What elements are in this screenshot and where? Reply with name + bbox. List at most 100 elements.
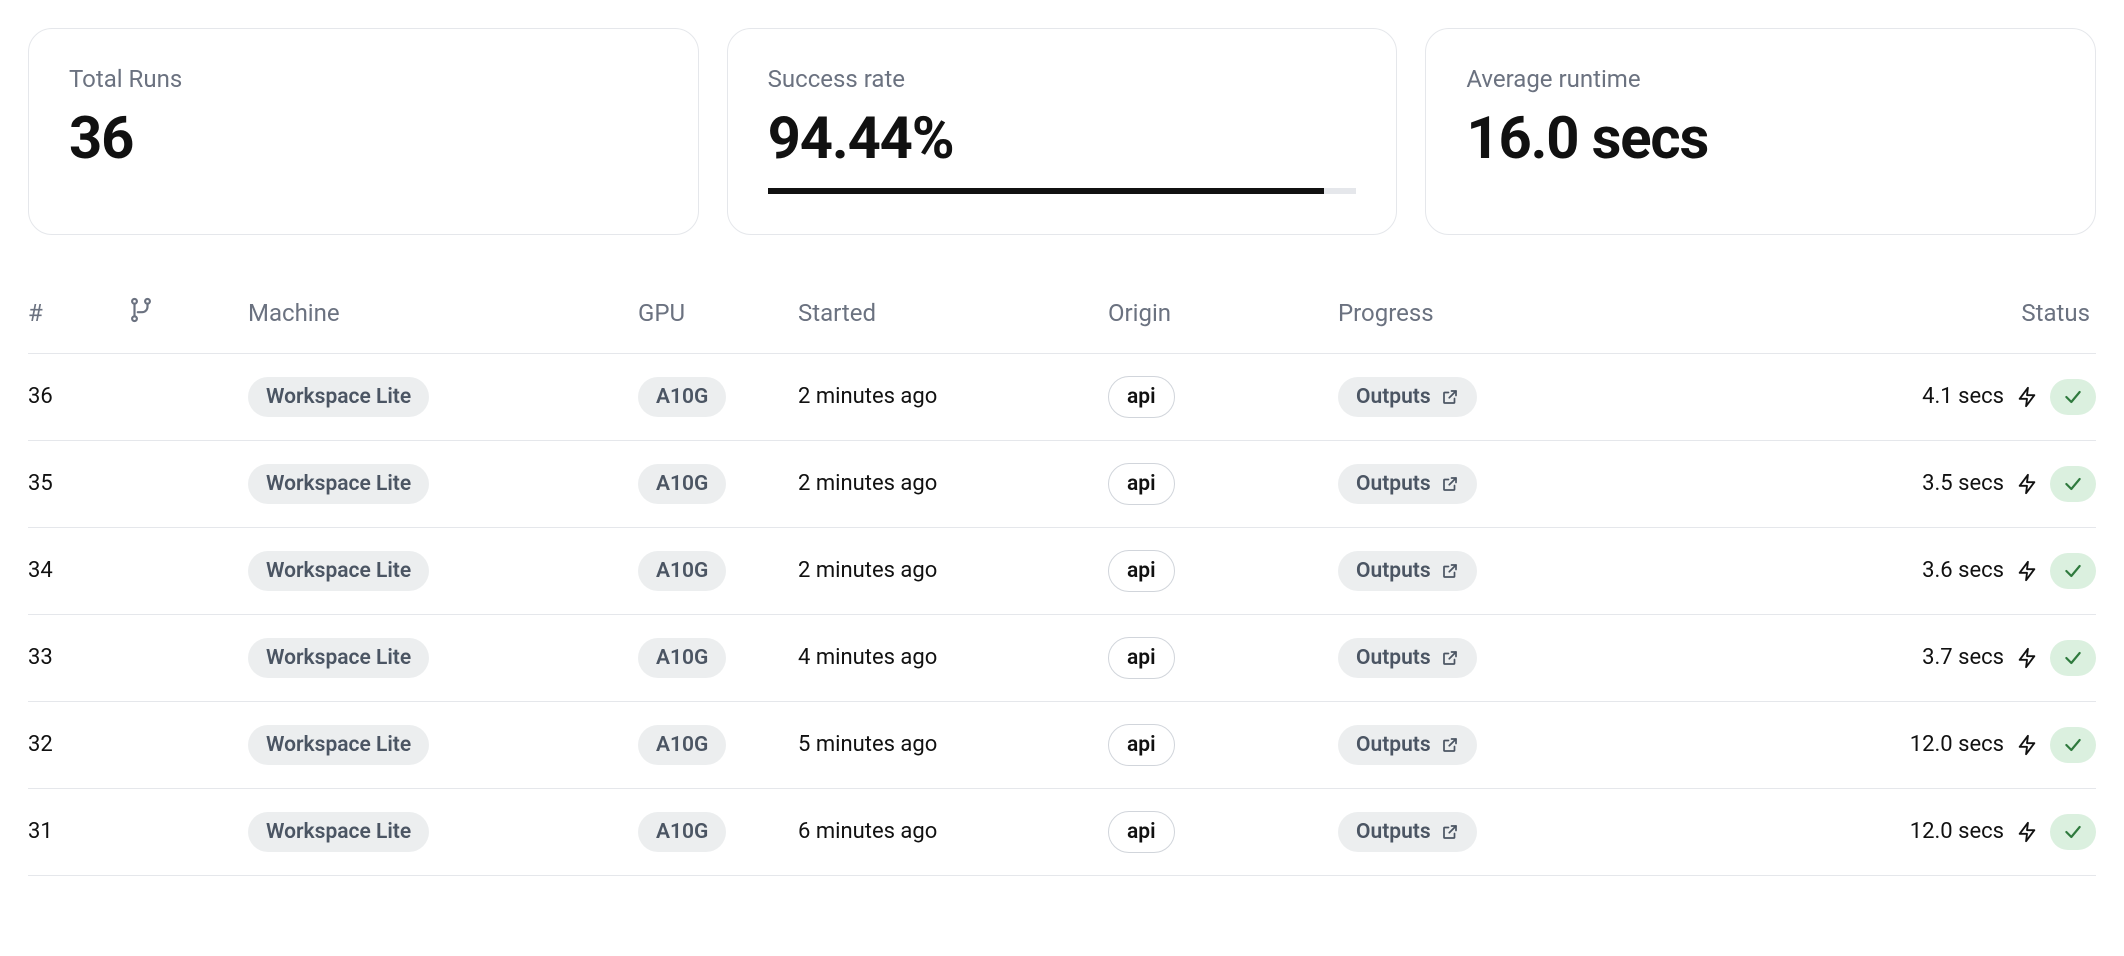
duration-text: 4.1 secs xyxy=(1922,384,2004,409)
progress-cell: Outputs xyxy=(1338,551,1708,591)
table-row[interactable]: 34 Workspace Lite A10G 2 minutes ago api… xyxy=(28,528,2096,615)
table-header: # Machine GPU Started Origin Progress St… xyxy=(28,279,2096,354)
col-branch xyxy=(128,297,248,329)
duration-text: 3.6 secs xyxy=(1922,558,2004,583)
outputs-label: Outputs xyxy=(1356,646,1431,670)
gpu-cell: A10G xyxy=(638,551,798,591)
run-id: 34 xyxy=(28,558,128,583)
status-cell: 12.0 secs xyxy=(1708,814,2096,850)
table-row[interactable]: 36 Workspace Lite A10G 2 minutes ago api… xyxy=(28,354,2096,441)
status-cell: 3.6 secs xyxy=(1708,553,2096,589)
origin-cell: api xyxy=(1108,637,1338,679)
run-id: 32 xyxy=(28,732,128,757)
col-progress: Progress xyxy=(1338,299,1708,327)
table-row[interactable]: 31 Workspace Lite A10G 6 minutes ago api… xyxy=(28,789,2096,876)
outputs-button[interactable]: Outputs xyxy=(1338,464,1477,504)
machine-cell: Workspace Lite xyxy=(248,812,638,852)
outputs-button[interactable]: Outputs xyxy=(1338,377,1477,417)
check-icon xyxy=(2063,822,2083,842)
status-cell: 3.5 secs xyxy=(1708,466,2096,502)
origin-cell: api xyxy=(1108,724,1338,766)
col-number: # xyxy=(28,299,128,327)
check-icon xyxy=(2063,561,2083,581)
started-cell: 4 minutes ago xyxy=(798,645,1108,670)
gpu-pill: A10G xyxy=(638,377,726,417)
started-cell: 2 minutes ago xyxy=(798,558,1108,583)
col-gpu: GPU xyxy=(638,299,798,327)
origin-pill: api xyxy=(1108,811,1175,853)
col-status: Status xyxy=(1708,299,2096,327)
lightning-icon xyxy=(2016,386,2038,408)
gpu-pill: A10G xyxy=(638,551,726,591)
col-origin: Origin xyxy=(1108,299,1338,327)
stat-label: Total Runs xyxy=(69,65,658,93)
outputs-button[interactable]: Outputs xyxy=(1338,812,1477,852)
check-icon xyxy=(2063,387,2083,407)
gpu-cell: A10G xyxy=(638,638,798,678)
status-success-badge xyxy=(2050,379,2096,415)
machine-pill: Workspace Lite xyxy=(248,725,429,765)
status-success-badge xyxy=(2050,553,2096,589)
stat-label: Success rate xyxy=(768,65,1357,93)
external-link-icon xyxy=(1441,562,1459,580)
status-cell: 12.0 secs xyxy=(1708,727,2096,763)
run-id: 33 xyxy=(28,645,128,670)
status-cell: 4.1 secs xyxy=(1708,379,2096,415)
origin-pill: api xyxy=(1108,637,1175,679)
outputs-label: Outputs xyxy=(1356,385,1431,409)
origin-pill: api xyxy=(1108,550,1175,592)
started-cell: 6 minutes ago xyxy=(798,819,1108,844)
duration-text: 3.7 secs xyxy=(1922,645,2004,670)
run-id: 31 xyxy=(28,819,128,844)
outputs-label: Outputs xyxy=(1356,820,1431,844)
col-machine: Machine xyxy=(248,299,638,327)
external-link-icon xyxy=(1441,388,1459,406)
status-success-badge xyxy=(2050,640,2096,676)
lightning-icon xyxy=(2016,647,2038,669)
duration-text: 12.0 secs xyxy=(1910,732,2004,757)
gpu-pill: A10G xyxy=(638,812,726,852)
outputs-button[interactable]: Outputs xyxy=(1338,551,1477,591)
gpu-cell: A10G xyxy=(638,377,798,417)
origin-cell: api xyxy=(1108,463,1338,505)
machine-cell: Workspace Lite xyxy=(248,551,638,591)
table-row[interactable]: 32 Workspace Lite A10G 5 minutes ago api… xyxy=(28,702,2096,789)
origin-pill: api xyxy=(1108,463,1175,505)
table-row[interactable]: 33 Workspace Lite A10G 4 minutes ago api… xyxy=(28,615,2096,702)
external-link-icon xyxy=(1441,475,1459,493)
machine-cell: Workspace Lite xyxy=(248,638,638,678)
outputs-label: Outputs xyxy=(1356,472,1431,496)
stat-value: 16.0 secs xyxy=(1466,109,2055,170)
stats-row: Total Runs 36 Success rate 94.44% Averag… xyxy=(28,28,2096,235)
machine-pill: Workspace Lite xyxy=(248,812,429,852)
gpu-cell: A10G xyxy=(638,464,798,504)
status-success-badge xyxy=(2050,727,2096,763)
status-success-badge xyxy=(2050,466,2096,502)
gpu-pill: A10G xyxy=(638,725,726,765)
progress-cell: Outputs xyxy=(1338,725,1708,765)
runs-table: # Machine GPU Started Origin Progress St… xyxy=(28,279,2096,876)
external-link-icon xyxy=(1441,736,1459,754)
machine-pill: Workspace Lite xyxy=(248,377,429,417)
outputs-button[interactable]: Outputs xyxy=(1338,725,1477,765)
outputs-button[interactable]: Outputs xyxy=(1338,638,1477,678)
table-row[interactable]: 35 Workspace Lite A10G 2 minutes ago api… xyxy=(28,441,2096,528)
origin-cell: api xyxy=(1108,550,1338,592)
machine-pill: Workspace Lite xyxy=(248,638,429,678)
stat-card-total-runs: Total Runs 36 xyxy=(28,28,699,235)
progress-fill xyxy=(768,188,1324,194)
status-success-badge xyxy=(2050,814,2096,850)
outputs-label: Outputs xyxy=(1356,559,1431,583)
machine-pill: Workspace Lite xyxy=(248,551,429,591)
outputs-label: Outputs xyxy=(1356,733,1431,757)
machine-cell: Workspace Lite xyxy=(248,377,638,417)
gpu-cell: A10G xyxy=(638,812,798,852)
origin-pill: api xyxy=(1108,376,1175,418)
stat-label: Average runtime xyxy=(1466,65,2055,93)
progress-cell: Outputs xyxy=(1338,377,1708,417)
progress-cell: Outputs xyxy=(1338,812,1708,852)
origin-cell: api xyxy=(1108,376,1338,418)
duration-text: 12.0 secs xyxy=(1910,819,2004,844)
lightning-icon xyxy=(2016,734,2038,756)
started-cell: 2 minutes ago xyxy=(798,384,1108,409)
